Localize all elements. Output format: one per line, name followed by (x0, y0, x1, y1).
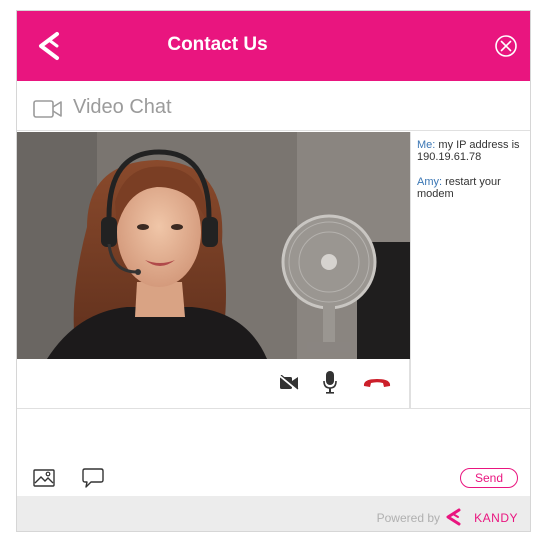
message-sender: Amy: (417, 176, 443, 188)
message-sender: Me: (417, 139, 436, 151)
footer: Powered by KANDY (17, 496, 530, 531)
video-off-icon[interactable] (279, 375, 299, 391)
chat-widget: Contact Us Video Chat Me: my IP address … (16, 10, 531, 532)
chat-message: Me: my IP address is 190.19.61.78 (417, 139, 526, 163)
page-title: Contact Us (167, 34, 268, 55)
chat-transcript: Me: my IP address is 190.19.61.78 Amy: r… (410, 132, 530, 409)
call-controls (17, 359, 410, 409)
kandy-logo-icon (446, 508, 461, 526)
section-title: Video Chat (73, 96, 172, 118)
close-icon[interactable] (494, 34, 518, 58)
powered-by-label: Powered by (376, 511, 440, 525)
phone-hangup-icon[interactable] (362, 376, 392, 390)
section-header: Video Chat (17, 81, 530, 131)
speech-bubble-icon[interactable] (82, 467, 104, 489)
header: Contact Us (17, 11, 530, 81)
chat-message: Amy: restart your modem (417, 176, 526, 200)
compose-area[interactable]: Send (17, 408, 530, 496)
image-icon[interactable] (33, 469, 55, 487)
video-frame (17, 132, 410, 359)
video-feed (17, 132, 410, 359)
brand-name: KANDY (474, 511, 518, 525)
send-button[interactable]: Send (460, 468, 518, 488)
video-camera-icon (33, 100, 62, 118)
microphone-icon[interactable] (323, 370, 337, 394)
